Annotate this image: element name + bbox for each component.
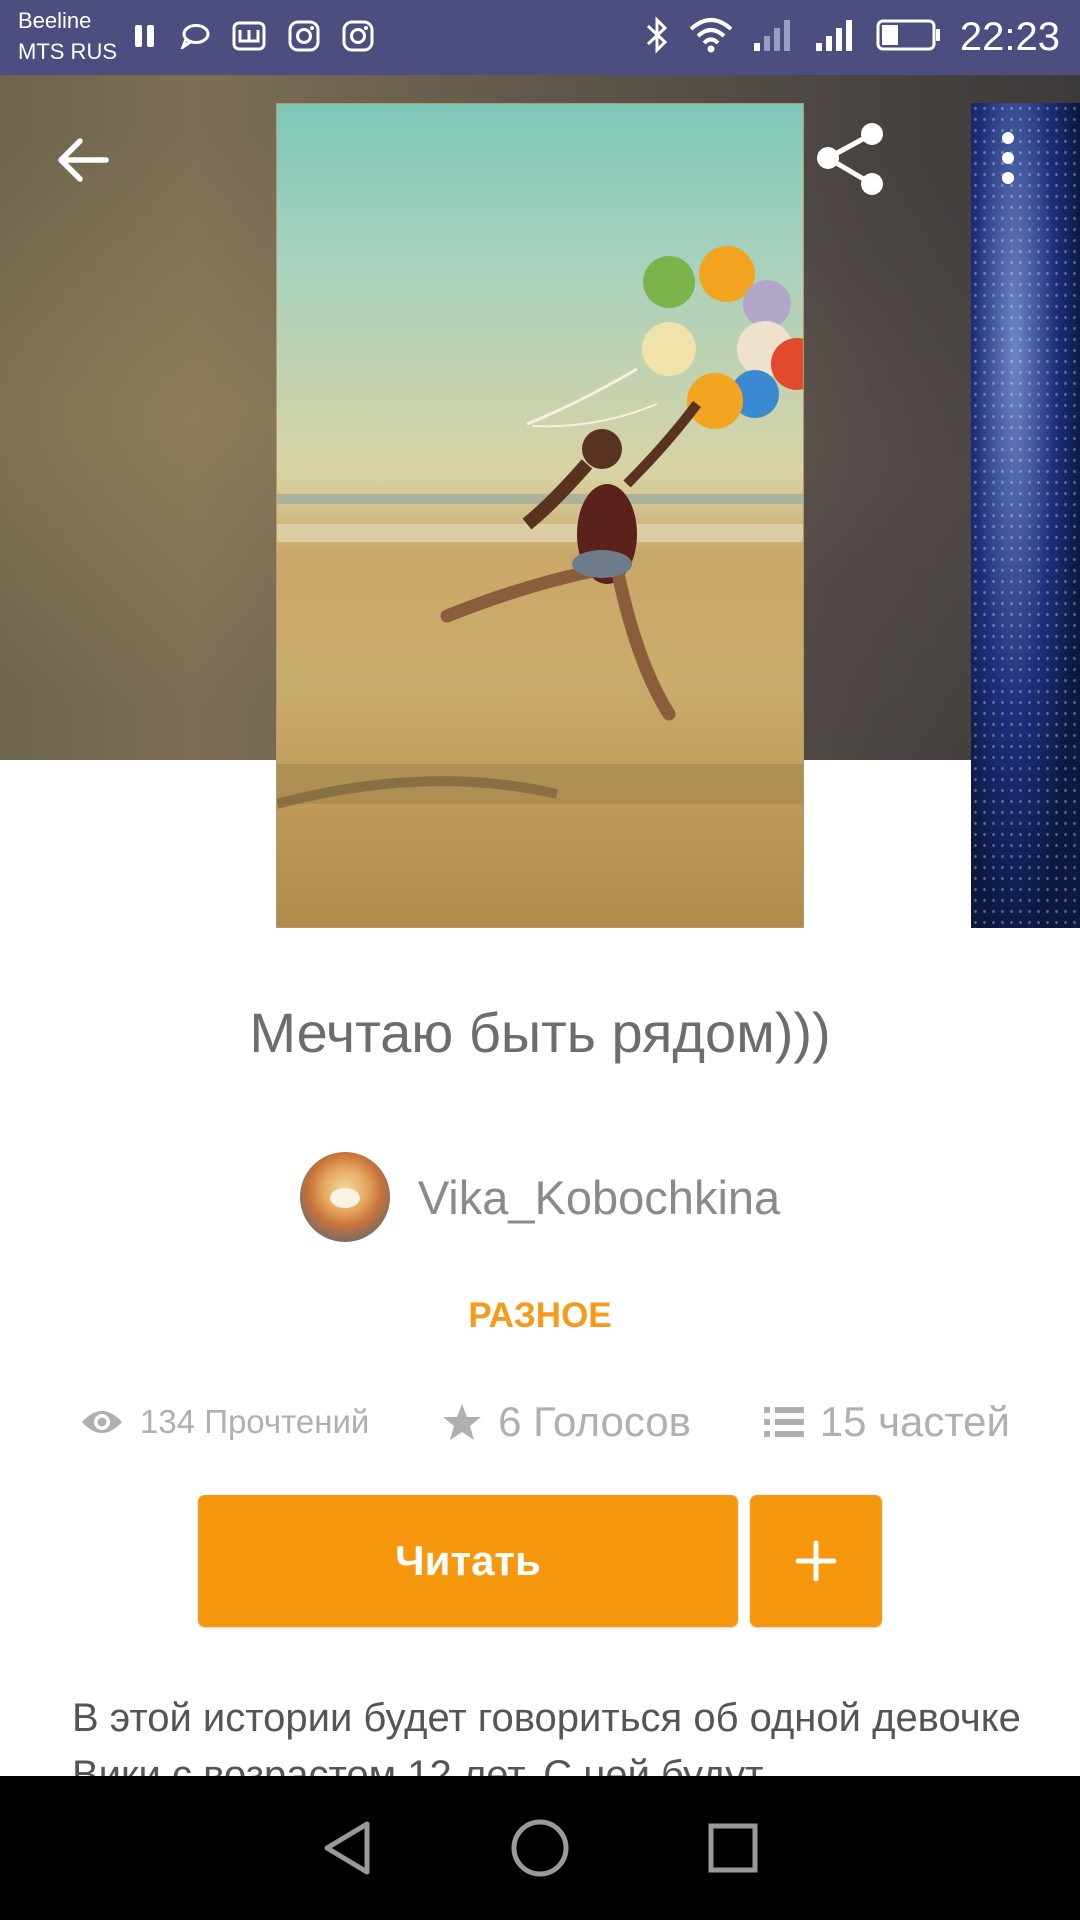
plus-icon — [795, 1540, 837, 1582]
story-title: Мечтаю быть рядом))) — [249, 1001, 831, 1064]
votes-count: 6 Голосов — [498, 1398, 691, 1445]
author-name[interactable]: Vika_Kobochkina — [418, 1170, 780, 1225]
author-link[interactable]: Vika_Kobochkina — [0, 1150, 1080, 1244]
triangle-back-icon — [324, 1821, 370, 1875]
list-icon — [763, 1407, 804, 1437]
signal-icon — [814, 17, 858, 58]
category-link[interactable]: РАЗНОЕ — [0, 1296, 1080, 1336]
share-icon — [817, 123, 883, 195]
more-options-button[interactable] — [988, 126, 1028, 196]
cover-illustration — [277, 246, 803, 809]
nav-back-button[interactable] — [311, 1812, 383, 1884]
add-to-library-button[interactable] — [750, 1495, 882, 1627]
carrier-primary: Beeline — [18, 8, 92, 33]
signal-icon — [752, 17, 796, 58]
carrier-secondary: MTS RUS — [18, 39, 117, 64]
nav-recents-button[interactable] — [697, 1812, 769, 1884]
read-button[interactable]: Читать — [198, 1495, 738, 1627]
arrow-left-icon — [58, 138, 109, 182]
votes-stat: 6 Голосов — [442, 1398, 691, 1446]
reads-count: 134 Прочтений — [140, 1403, 370, 1440]
chat-bubble-icon — [180, 23, 210, 49]
wifi-icon — [688, 16, 734, 59]
story-stats: 134 Прочтений 6 Голосов 15 частей — [80, 1396, 1010, 1448]
navigation-bar — [0, 1776, 1080, 1920]
next-story-cover[interactable] — [971, 103, 1080, 928]
system-icons: 22:23 — [644, 12, 1060, 62]
nav-home-button[interactable] — [504, 1812, 576, 1884]
instagram-icon — [288, 20, 320, 52]
back-button[interactable] — [52, 128, 116, 192]
story-description: В этой истории будет говориться об одной… — [72, 1696, 1021, 1776]
circle-home-icon — [511, 1819, 569, 1877]
square-recents-icon — [708, 1823, 758, 1873]
carrier-info: Beeline MTS RUS — [18, 5, 117, 67]
app-w-icon — [232, 21, 266, 51]
avatar[interactable] — [299, 1152, 390, 1242]
notification-icons — [132, 20, 374, 52]
star-icon — [443, 1404, 482, 1440]
reads-stat: 134 Прочтений — [80, 1403, 369, 1441]
more-vertical-icon — [1002, 132, 1014, 184]
battery-icon — [876, 18, 942, 57]
share-button[interactable] — [810, 120, 890, 200]
pause-icon — [132, 23, 158, 49]
status-bar: Beeline MTS RUS 22:23 — [0, 0, 1080, 75]
instagram-icon — [342, 20, 374, 52]
clock: 22:23 — [959, 15, 1060, 59]
eye-icon — [82, 1411, 122, 1433]
story-cover[interactable] — [276, 103, 804, 928]
bluetooth-icon — [644, 15, 670, 60]
parts-count: 15 частей — [819, 1398, 1010, 1445]
parts-stat: 15 частей — [763, 1398, 1010, 1446]
